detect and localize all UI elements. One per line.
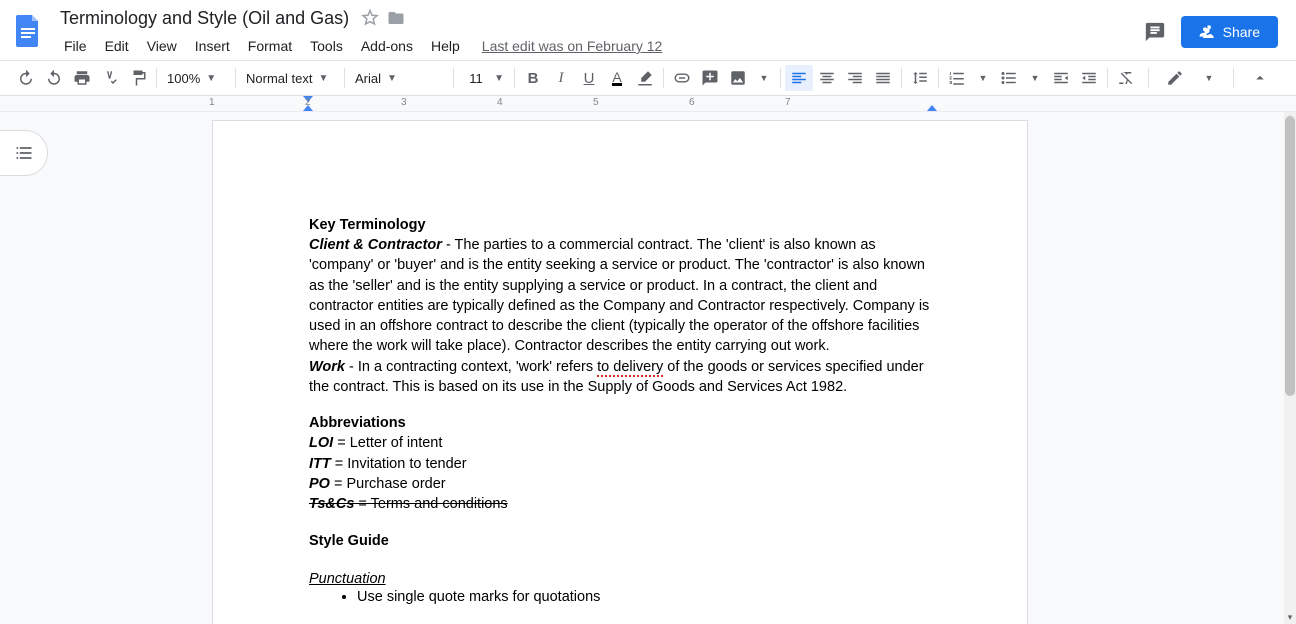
docs-home-icon[interactable]: [8, 4, 48, 56]
undo-icon[interactable]: [12, 65, 40, 91]
vertical-scrollbar[interactable]: ▴ ▾: [1284, 112, 1296, 624]
bullet-list: Use single quote marks for quotations: [309, 589, 931, 605]
italic-icon[interactable]: I: [547, 65, 575, 91]
toolbar: 100%▼ Normal text▼ Arial▼ 11▼ B I U A ▼ …: [0, 60, 1296, 96]
redo-icon[interactable]: [40, 65, 68, 91]
abbr-loi: LOI = Letter of intent: [309, 433, 931, 453]
menu-tools[interactable]: Tools: [302, 34, 351, 58]
document-outline-toggle[interactable]: [0, 130, 48, 176]
menu-addons[interactable]: Add-ons: [353, 34, 421, 58]
print-icon[interactable]: [68, 65, 96, 91]
underline-icon[interactable]: U: [575, 65, 603, 91]
horizontal-ruler[interactable]: 1 2 3 4 5 6 7: [0, 96, 1296, 112]
header-bar: Terminology and Style (Oil and Gas) File…: [0, 0, 1296, 60]
abbr-tscs: Ts&Cs = Terms and conditions: [309, 494, 931, 514]
menu-help[interactable]: Help: [423, 34, 468, 58]
numbered-list-icon[interactable]: [943, 65, 971, 91]
insert-link-icon[interactable]: [668, 65, 696, 91]
text-color-icon[interactable]: A: [603, 65, 631, 91]
bold-icon[interactable]: B: [519, 65, 547, 91]
menu-file[interactable]: File: [56, 34, 95, 58]
share-button[interactable]: Share: [1181, 16, 1278, 48]
title-area: Terminology and Style (Oil and Gas) File…: [48, 4, 1143, 60]
paint-format-icon[interactable]: [124, 65, 152, 91]
zoom-select[interactable]: 100%▼: [161, 65, 231, 91]
clear-formatting-icon[interactable]: [1112, 65, 1140, 91]
insert-image-icon[interactable]: [724, 65, 752, 91]
menu-insert[interactable]: Insert: [187, 34, 238, 58]
scroll-down-icon[interactable]: ▾: [1284, 612, 1296, 624]
bulleted-list-icon[interactable]: [995, 65, 1023, 91]
abbr-itt: ITT = Invitation to tender: [309, 454, 931, 474]
collapse-toolbar-icon[interactable]: [1246, 65, 1274, 91]
heading-abbreviations: Abbreviations: [309, 415, 931, 431]
insert-comment-icon[interactable]: [696, 65, 724, 91]
menu-view[interactable]: View: [139, 34, 185, 58]
document-page[interactable]: Key Terminology Client & Contractor - Th…: [212, 120, 1028, 624]
star-icon[interactable]: [361, 9, 379, 27]
editing-mode-caret[interactable]: ▼: [1197, 65, 1221, 91]
menubar: File Edit View Insert Format Tools Add-o…: [56, 32, 1143, 60]
paragraph-style-select[interactable]: Normal text▼: [240, 65, 340, 91]
folder-move-icon[interactable]: [387, 9, 405, 27]
share-label: Share: [1223, 24, 1260, 40]
align-center-icon[interactable]: [813, 65, 841, 91]
menu-format[interactable]: Format: [240, 34, 300, 58]
insert-image-caret[interactable]: ▼: [752, 65, 776, 91]
last-edit-link[interactable]: Last edit was on February 12: [482, 38, 663, 54]
line-spacing-icon[interactable]: [906, 65, 934, 91]
numbered-list-caret[interactable]: ▼: [971, 65, 995, 91]
align-justify-icon[interactable]: [869, 65, 897, 91]
align-left-icon[interactable]: [785, 65, 813, 91]
spellcheck-icon[interactable]: [96, 65, 124, 91]
bulleted-list-caret[interactable]: ▼: [1023, 65, 1047, 91]
highlight-color-icon[interactable]: [631, 65, 659, 91]
scrollbar-thumb[interactable]: [1285, 116, 1295, 396]
indent-icon[interactable]: [1075, 65, 1103, 91]
abbr-po: PO = Purchase order: [309, 474, 931, 494]
editor-workspace: Key Terminology Client & Contractor - Th…: [0, 112, 1296, 624]
heading-key-terminology: Key Terminology: [309, 217, 931, 233]
editing-mode-icon[interactable]: [1161, 65, 1189, 91]
paragraph-work: Work - In a contracting context, 'work' …: [309, 357, 931, 398]
document-title[interactable]: Terminology and Style (Oil and Gas): [56, 6, 353, 31]
font-size-select[interactable]: 11▼: [458, 65, 510, 91]
outdent-icon[interactable]: [1047, 65, 1075, 91]
bullet-item: Use single quote marks for quotations: [357, 589, 931, 605]
comment-history-icon[interactable]: [1143, 20, 1167, 44]
paragraph-client-contractor: Client & Contractor - The parties to a c…: [309, 235, 931, 357]
heading-style-guide: Style Guide: [309, 533, 931, 549]
font-family-select[interactable]: Arial▼: [349, 65, 449, 91]
align-right-icon[interactable]: [841, 65, 869, 91]
menu-edit[interactable]: Edit: [97, 34, 137, 58]
subheading-punctuation: Punctuation: [309, 569, 931, 589]
